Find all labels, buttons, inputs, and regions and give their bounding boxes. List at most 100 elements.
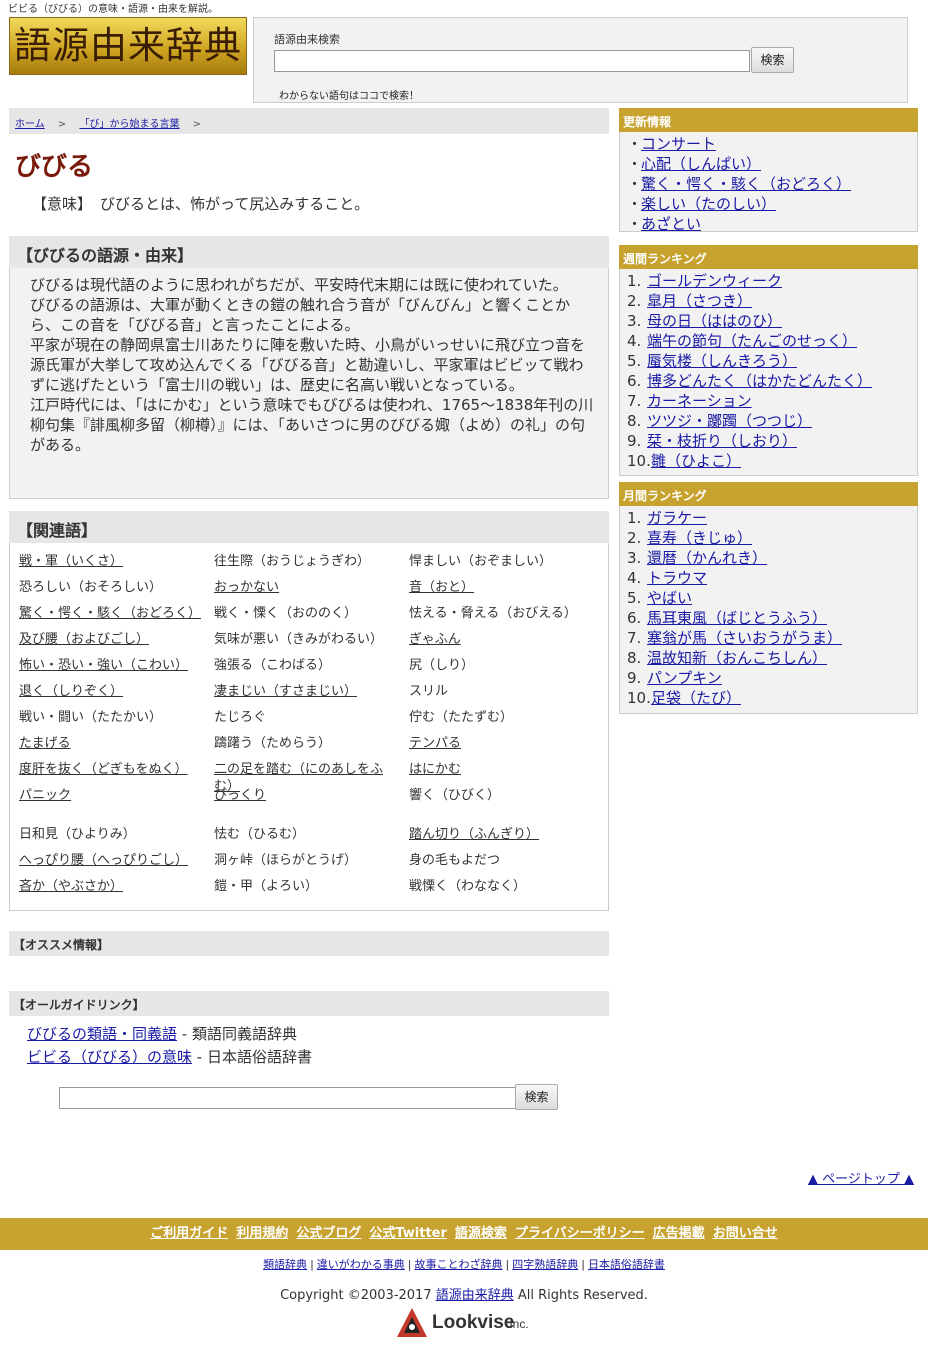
- footer-dictionary-link[interactable]: 違いがわかる事典: [317, 1258, 405, 1271]
- ranking-link[interactable]: ツツジ・躑躅（つつじ）: [647, 412, 812, 430]
- ranking-number: 9.: [627, 432, 642, 450]
- monthly-ranking-heading: 月間ランキング: [619, 482, 918, 506]
- page-top-link[interactable]: ▲ ページトップ ▲: [808, 1168, 914, 1187]
- ranking-link[interactable]: 蜃気楼（しんきろう）: [647, 352, 797, 370]
- guide-link-slang[interactable]: ビビる（びびる）の意味: [27, 1048, 192, 1066]
- search-button[interactable]: 検索: [751, 47, 794, 73]
- related-word: 怯む（ひるむ）: [214, 827, 306, 842]
- ranking-number: 4.: [627, 569, 642, 587]
- footer-dictionary-link[interactable]: 故事ことわざ辞典: [415, 1258, 503, 1271]
- ranking-link[interactable]: 博多どんたく（はかたどんたく）: [647, 372, 872, 390]
- ranking-link[interactable]: 栞・枝折り（しおり）: [647, 432, 797, 450]
- footer-dictionary-link[interactable]: 類語辞典: [263, 1258, 307, 1271]
- ranking-number: 2.: [627, 292, 642, 310]
- update-link[interactable]: 驚く・愕く・駭く（おどろく）: [641, 175, 851, 193]
- related-word[interactable]: びっくり: [214, 787, 399, 804]
- ranking-link[interactable]: 馬耳東風（ばじとうふう）: [647, 609, 827, 627]
- related-word: 戦慄く（わななく）: [409, 879, 527, 894]
- ranking-link[interactable]: カーネーション: [647, 392, 752, 410]
- bottom-search-input[interactable]: [59, 1087, 517, 1109]
- ranking-link[interactable]: 温故知新（おんこちしん）: [647, 649, 827, 667]
- footer-link[interactable]: 語源検索: [455, 1226, 507, 1241]
- footer-link[interactable]: 公式Twitter: [369, 1226, 447, 1241]
- related-word[interactable]: 驚く・愕く・駭く（おどろく）: [19, 605, 204, 622]
- related-word[interactable]: テンパる: [409, 735, 594, 752]
- ranking-item: 8. 温故知新（おんこちしん）: [627, 649, 827, 667]
- related-word: たじろぐ: [214, 710, 267, 725]
- footer-dictionary-link[interactable]: 四字熟語辞典: [512, 1258, 578, 1271]
- update-link[interactable]: あざとい: [641, 215, 701, 233]
- etymology-paragraph: びびるは現代語のように思われがちだが、平安時代末期には既に使われていた。: [30, 276, 568, 294]
- breadcrumb: ホーム > 「び」から始まる言葉 >: [9, 108, 609, 134]
- related-word: 強張る（こわばる）: [214, 658, 332, 673]
- meaning: 【意味】 びびるとは、怖がって尻込みすること。: [32, 193, 369, 214]
- copyright-site-link[interactable]: 語源由来辞典: [436, 1288, 514, 1303]
- footer-nav: ご利用ガイド 利用規約 公式ブログ 公式Twitter 語源検索 プライバシーポリシー 広告…: [0, 1218, 928, 1250]
- related-word: スリル: [409, 684, 449, 699]
- ranking-item: 2. 皐月（さつき）: [627, 292, 752, 310]
- search-input[interactable]: [274, 50, 750, 72]
- bullet: ・: [627, 155, 643, 173]
- ranking-link[interactable]: 皐月（さつき）: [647, 292, 752, 310]
- ranking-link[interactable]: ガラケー: [647, 509, 707, 527]
- ranking-link[interactable]: ゴールデンウィーク: [647, 272, 782, 290]
- footer-dictionary-link[interactable]: 日本語俗語辞書: [588, 1258, 665, 1271]
- footer-link[interactable]: ご利用ガイド: [150, 1226, 228, 1241]
- site-logo[interactable]: 語源由来辞典: [9, 17, 247, 75]
- update-link[interactable]: コンサート: [641, 135, 716, 153]
- related-word[interactable]: たまげる: [19, 735, 204, 752]
- related-word: 悍ましい（おぞましい）: [409, 554, 553, 569]
- related-word[interactable]: おっかない: [214, 579, 399, 596]
- ranking-number: 7.: [627, 392, 642, 410]
- bullet: ・: [627, 215, 643, 233]
- breadcrumb-separator: >: [192, 119, 202, 130]
- company-logo[interactable]: Lookvise .Inc.: [394, 1305, 544, 1341]
- related-word[interactable]: 音（おと）: [409, 579, 594, 596]
- ranking-link[interactable]: 足袋（たび）: [651, 689, 741, 707]
- ranking-link[interactable]: 還暦（かんれき）: [647, 549, 767, 567]
- bottom-search-button[interactable]: 検索: [515, 1084, 558, 1110]
- bullet: ・: [627, 135, 643, 153]
- update-link[interactable]: 楽しい（たのしい）: [641, 195, 776, 213]
- breadcrumb-separator: >: [57, 119, 67, 130]
- breadcrumb-category[interactable]: 「び」から始まる言葉: [79, 119, 179, 130]
- ranking-item: 3. 母の日（ははのひ）: [627, 312, 782, 330]
- recommend-heading: 【オススメ情報】: [9, 931, 609, 956]
- related-word[interactable]: 度肝を抜く（どぎもをぬく）: [19, 761, 204, 778]
- ranking-link[interactable]: 塞翁が馬（さいおうがうま）: [647, 629, 842, 647]
- ranking-link[interactable]: やばい: [647, 589, 692, 607]
- related-word[interactable]: 踏ん切り（ふんぎり）: [409, 826, 594, 843]
- related-word[interactable]: 怖い・恐い・強い（こわい）: [19, 657, 204, 674]
- etymology-paragraph: 江戸時代には、「はにかむ」という意味でもびびるは使われ、1765～1838年刊の…: [30, 396, 594, 454]
- related-word[interactable]: ぎゃふん: [409, 631, 594, 648]
- breadcrumb-home[interactable]: ホーム: [15, 119, 45, 130]
- ranking-number: 8.: [627, 649, 642, 667]
- ranking-link[interactable]: 母の日（ははのひ）: [647, 312, 782, 330]
- related-word[interactable]: へっぴり腰（へっぴりごし）: [19, 852, 204, 869]
- related-word[interactable]: 戦・軍（いくさ）: [19, 553, 204, 570]
- footer-dictionary-links: 類語辞典 | 違いがわかる事典 | 故事ことわざ辞典 | 四字熟語辞典 | 日本語俗語辞書: [0, 1256, 928, 1272]
- related-word[interactable]: 吝か（やぶさか）: [19, 878, 204, 895]
- related-word[interactable]: はにかむ: [409, 761, 594, 778]
- ranking-link[interactable]: 喜寿（きじゅ）: [647, 529, 752, 547]
- ranking-number: 5.: [627, 589, 642, 607]
- guide-link-synonyms[interactable]: びびるの類語・同義語: [27, 1025, 177, 1043]
- footer-link[interactable]: 広告掲載: [653, 1226, 705, 1241]
- ranking-link[interactable]: パンプキン: [647, 669, 722, 687]
- ranking-link[interactable]: トラウマ: [647, 569, 707, 587]
- footer-link[interactable]: プライバシーポリシー: [515, 1226, 645, 1241]
- footer-link[interactable]: 利用規約: [236, 1226, 288, 1241]
- guide-link-row: びびるの類語・同義語 - 類語同義語辞典: [27, 1023, 297, 1044]
- related-word: 戦い・闘い（たたかい）: [19, 710, 163, 725]
- related-word: 戦く・慄く（おののく）: [214, 606, 358, 621]
- ranking-link[interactable]: 端午の節句（たんごのせっく）: [647, 332, 857, 350]
- related-word[interactable]: 及び腰（およびごし）: [19, 631, 204, 648]
- related-word[interactable]: 退く（しりぞく）: [19, 683, 204, 700]
- related-word[interactable]: 凄まじい（すさまじい）: [214, 683, 399, 700]
- related-word[interactable]: パニック: [19, 787, 204, 804]
- ranking-link[interactable]: 雛（ひよこ）: [651, 452, 741, 470]
- footer-link[interactable]: 公式ブログ: [296, 1226, 361, 1241]
- update-link[interactable]: 心配（しんぱい）: [641, 155, 761, 173]
- footer-link[interactable]: お問い合せ: [713, 1226, 778, 1241]
- header-search-panel: 語源由来検索 検索 わからない語句はココで検索！: [253, 17, 908, 103]
